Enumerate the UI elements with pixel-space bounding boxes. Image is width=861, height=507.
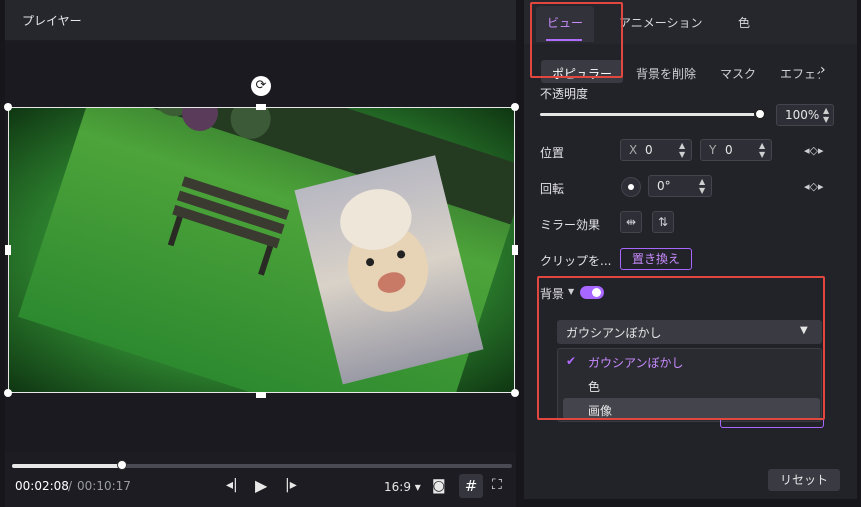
time-total: 00:10:17: [77, 479, 131, 493]
position-y-value: 0: [725, 143, 733, 157]
rotation-value: 0°: [657, 179, 671, 193]
annotation-highlight-tabs: [530, 2, 623, 78]
opacity-label: 不透明度: [540, 87, 589, 101]
x-axis-label: X: [629, 143, 638, 157]
subtab-effect[interactable]: エフェク: [780, 65, 820, 82]
position-x-value: 0: [645, 143, 653, 157]
time-current: 00:02:08: [15, 479, 69, 493]
position-keyframe-icon[interactable]: ◂◇▸: [804, 144, 824, 157]
player-header: [5, 0, 516, 40]
position-x-input[interactable]: X 0 ▲ ▼: [620, 139, 692, 161]
subtab-mask[interactable]: マスク: [720, 65, 756, 82]
prev-frame-icon[interactable]: ◂|: [226, 477, 238, 493]
subtab-remove-bg[interactable]: 背景を削除: [636, 65, 696, 82]
fullscreen-icon[interactable]: ⛶: [492, 477, 502, 493]
stepper-up-icon[interactable]: ▲: [759, 142, 765, 150]
opacity-slider-knob[interactable]: [754, 108, 766, 120]
y-axis-label: Y: [709, 143, 717, 157]
resize-handle-top[interactable]: [256, 104, 266, 110]
chevron-right-icon[interactable]: ›: [820, 62, 826, 78]
time-separator: /: [68, 479, 73, 493]
position-label: 位置: [540, 146, 565, 160]
camera-icon[interactable]: ◙: [432, 478, 446, 494]
tab-color[interactable]: 色: [738, 14, 750, 31]
resize-handle-bottom-right[interactable]: [511, 389, 519, 397]
progress-fill: [12, 464, 122, 468]
next-frame-icon[interactable]: |▸: [285, 477, 297, 493]
resize-handle-right[interactable]: [512, 245, 518, 255]
position-y-input[interactable]: Y 0 ▲ ▼: [700, 139, 772, 161]
clip-label: クリップを...: [540, 254, 612, 268]
rotation-dial[interactable]: [621, 177, 641, 197]
stepper-down-icon[interactable]: ▼: [699, 187, 705, 195]
stepper-down-icon[interactable]: ▼: [823, 116, 829, 124]
mirror-horizontal-icon[interactable]: ⇹: [620, 211, 642, 233]
aspect-ratio-select[interactable]: 16:9 ▾: [384, 480, 421, 494]
tab-animation[interactable]: アニメーション: [619, 14, 703, 31]
mirror-label: ミラー効果: [540, 218, 601, 232]
mirror-vertical-icon[interactable]: ⇅: [652, 211, 674, 233]
rotation-label: 回転: [540, 182, 565, 196]
rotate-handle-icon[interactable]: ⟳: [251, 76, 271, 96]
replace-button[interactable]: 置き換え: [620, 248, 692, 270]
chevron-down-icon: ▾: [414, 480, 421, 494]
rotation-keyframe-icon[interactable]: ◂◇▸: [804, 180, 824, 193]
selection-frame[interactable]: [8, 107, 515, 393]
stepper-up-icon[interactable]: ▲: [823, 107, 829, 115]
stepper-down-icon[interactable]: ▼: [679, 151, 685, 159]
player-title: プレイヤー: [22, 14, 82, 28]
resize-handle-top-right[interactable]: [511, 103, 519, 111]
stepper-up-icon[interactable]: ▲: [699, 178, 705, 186]
stepper-down-icon[interactable]: ▼: [759, 151, 765, 159]
opacity-value: 100%: [785, 108, 820, 122]
reset-button[interactable]: リセット: [768, 469, 840, 491]
aspect-ratio-label: 16:9: [384, 480, 411, 494]
opacity-input[interactable]: 100% ▲ ▼: [776, 104, 834, 126]
opacity-slider[interactable]: [540, 113, 760, 116]
resize-handle-top-left[interactable]: [4, 103, 12, 111]
rotation-input[interactable]: 0° ▲ ▼: [648, 175, 712, 197]
annotation-highlight-background: [537, 276, 825, 420]
progress-knob[interactable]: [117, 460, 127, 470]
resize-handle-left[interactable]: [5, 245, 11, 255]
grid-icon[interactable]: #: [459, 474, 483, 498]
play-icon[interactable]: ▶: [255, 476, 267, 495]
obscured-button: [720, 420, 824, 428]
resize-handle-bottom-left[interactable]: [4, 389, 12, 397]
resize-handle-bottom[interactable]: [256, 392, 266, 398]
stepper-up-icon[interactable]: ▲: [679, 142, 685, 150]
